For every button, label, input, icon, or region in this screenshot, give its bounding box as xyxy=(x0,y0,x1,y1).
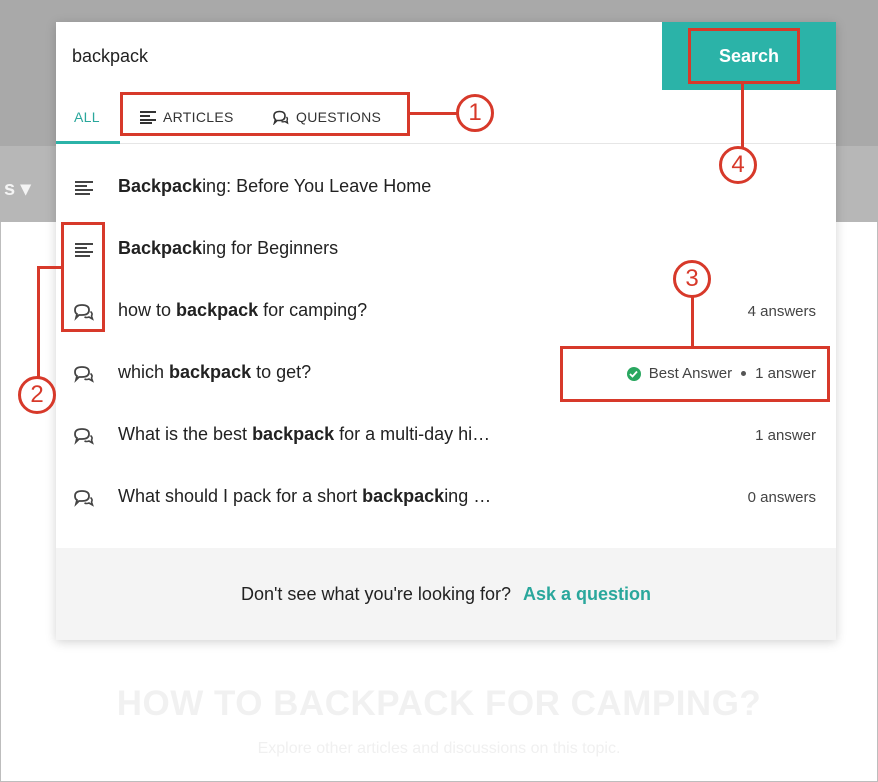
footer-prompt: Don't see what you're looking for? xyxy=(240,583,511,604)
result-row-article[interactable]: Backpacking for Beginners xyxy=(56,230,836,270)
page-subheading: Explore other articles and discussions o… xyxy=(257,740,621,757)
result-row-question[interactable]: What should I pack for a short backpacki… xyxy=(56,478,836,518)
callout-line-1 xyxy=(410,112,458,115)
callout-marker-1: 1 xyxy=(456,94,494,132)
article-icon xyxy=(72,178,96,198)
chat-bubble-icon xyxy=(72,426,96,446)
callout-box-4 xyxy=(688,28,800,84)
answer-count: 4 answers xyxy=(747,303,816,320)
result-title: Backpacking: Before You Leave Home xyxy=(118,176,432,196)
callout-line-4 xyxy=(741,84,744,148)
answer-count: 1 answer xyxy=(755,427,816,444)
answer-count: 0 answers xyxy=(747,489,816,506)
callout-marker-3: 3 xyxy=(673,260,711,298)
page-heading: HOW TO BACKPACK FOR CAMPING? xyxy=(116,684,762,723)
callout-marker-4: 4 xyxy=(719,146,757,184)
chat-bubble-icon xyxy=(72,364,96,384)
ask-question-footer: Don't see what you're looking for? Ask a… xyxy=(56,548,836,640)
callout-marker-2: 2 xyxy=(18,376,56,414)
callout-box-1 xyxy=(120,92,410,136)
tab-label: ALL xyxy=(74,109,100,125)
result-title: What should I pack for a short backpacki… xyxy=(118,486,492,506)
result-title: how to backpack for camping? xyxy=(118,300,368,320)
callout-box-2 xyxy=(61,222,105,332)
tab-all[interactable]: ALL xyxy=(74,90,100,144)
result-row-question[interactable]: What is the best backpack for a multi-da… xyxy=(56,416,836,456)
result-title: What is the best backpack for a multi-da… xyxy=(118,424,491,444)
search-input[interactable] xyxy=(56,22,662,90)
result-title: Backpacking for Beginners xyxy=(118,238,339,258)
callout-box-3 xyxy=(560,346,830,402)
active-tab-indicator xyxy=(56,141,120,144)
ask-question-link[interactable]: Ask a question xyxy=(523,584,651,605)
result-title: which backpack to get? xyxy=(118,362,312,382)
callout-line-2b xyxy=(37,266,40,378)
result-row-article[interactable]: Backpacking: Before You Leave Home xyxy=(56,168,836,208)
chat-bubble-icon xyxy=(72,488,96,508)
callout-line-3 xyxy=(691,296,694,348)
result-row-question[interactable]: how to backpack for camping? 4 answers xyxy=(56,292,836,332)
callout-line-2a xyxy=(38,266,61,269)
nav-menu-fragment[interactable]: s ▾ xyxy=(4,176,31,201)
